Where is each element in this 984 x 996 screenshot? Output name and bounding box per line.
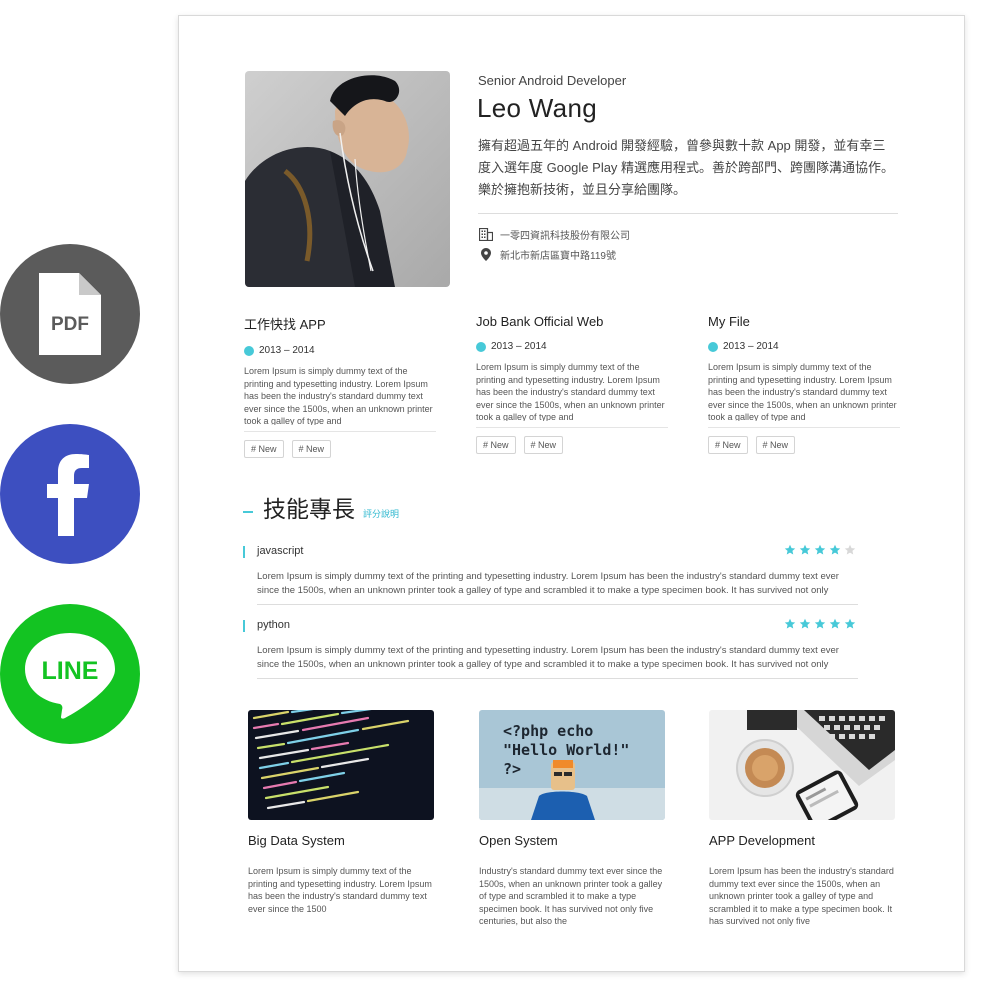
star-filled-icon [814, 544, 826, 555]
star-filled-icon [799, 618, 811, 629]
portfolio-description: Lorem Ipsum has been the industry's stan… [709, 866, 894, 926]
resume-card: Senior Android Developer Leo Wang 擁有超過五年… [178, 15, 965, 972]
profile-photo [245, 71, 450, 287]
project-title: 工作快找 APP [244, 317, 326, 332]
line-icon-label: LINE [42, 657, 99, 685]
star-filled-icon [799, 544, 811, 555]
project-tag[interactable]: # New [244, 440, 284, 458]
project-tag[interactable]: # New [523, 436, 564, 454]
portfolio-description: Industry's standard dummy text ever sinc… [479, 866, 663, 926]
skill-accent-bar [243, 620, 245, 632]
star-empty-icon [844, 544, 856, 555]
project-description: Lorem Ipsum is simply dummy text of the … [708, 362, 897, 421]
project-period-text: 2013 – 2014 [259, 345, 315, 356]
pdf-file-icon: PDF [39, 273, 101, 355]
skill-description: Lorem Ipsum is simply dummy text of the … [257, 645, 839, 670]
address-text: 新北市新店區寶中路119號 [500, 251, 616, 262]
pdf-download-button[interactable]: PDF [0, 244, 140, 384]
star-filled-icon [814, 618, 826, 629]
project-period: 2013 – 2014 [244, 345, 436, 356]
pdf-icon-label: PDF [51, 314, 89, 335]
php-line-1: <?php echo [503, 722, 593, 740]
project-card-2: Job Bank Official Web 2013 – 2014 Lorem … [476, 314, 668, 454]
project-title: Job Bank Official Web [476, 314, 604, 329]
skill-rating [784, 544, 856, 556]
project-tags: # New # New [708, 436, 900, 454]
company-name: 一零四資訊科技股份有限公司 [500, 231, 630, 242]
star-filled-icon [829, 544, 841, 555]
skill-divider [257, 678, 858, 679]
portfolio-image-desk [709, 710, 895, 820]
portfolio-image-code [248, 710, 434, 820]
project-card-3: My File 2013 – 2014 Lorem Ipsum is simpl… [708, 314, 900, 454]
project-tags: # New # New [244, 440, 436, 458]
php-line-2: "Hello World!" [503, 741, 629, 759]
project-period: 2013 – 2014 [708, 341, 900, 352]
project-tag[interactable]: # New [291, 440, 332, 458]
portfolio-title: Big Data System [248, 833, 345, 848]
project-divider [708, 427, 900, 428]
skill-name: javascript [257, 545, 304, 557]
portfolio-card-2[interactable]: <?php echo "Hello World!" ?> Open System… [479, 710, 665, 928]
star-filled-icon [829, 618, 841, 629]
project-period: 2013 – 2014 [476, 341, 668, 352]
skill-divider [257, 604, 858, 605]
skills-title: 技能專長 [263, 496, 355, 522]
profile-bio: 擁有超過五年的 Android 開發經驗，曾參與數十款 App 開發，並有幸三度… [478, 138, 895, 197]
project-title: My File [708, 314, 750, 329]
project-period-text: 2013 – 2014 [491, 341, 547, 352]
php-line-3: ?> [503, 760, 521, 778]
skill-accent-bar [243, 546, 245, 558]
star-filled-icon [784, 618, 796, 629]
project-card-1: 工作快找 APP 2013 – 2014 Lorem Ipsum is simp… [244, 314, 436, 458]
location-pin-icon [478, 248, 494, 261]
project-period-text: 2013 – 2014 [723, 341, 779, 352]
rating-explanation-link[interactable]: 評分說明 [363, 507, 399, 520]
portfolio-card-1[interactable]: Big Data System Lorem Ipsum is simply du… [248, 710, 434, 915]
star-filled-icon [784, 544, 796, 555]
timeline-dot-icon [708, 341, 718, 352]
project-divider [476, 427, 668, 428]
timeline-dot-icon [244, 345, 254, 356]
project-tag[interactable]: # New [708, 436, 748, 454]
timeline-dot-icon [476, 341, 486, 352]
project-divider [244, 431, 436, 432]
skill-name: python [257, 619, 291, 631]
line-icon: LINE [25, 633, 115, 719]
star-filled-icon [844, 618, 856, 629]
profile-divider [478, 213, 898, 214]
heading-accent-dash [243, 511, 253, 513]
line-share-button[interactable]: LINE [0, 604, 140, 744]
profile-name: Leo Wang [477, 93, 597, 123]
project-tags: # New # New [476, 436, 668, 454]
skills-heading: 技能專長 評分說明 [243, 490, 399, 524]
facebook-icon [47, 454, 89, 536]
portfolio-description: Lorem Ipsum is simply dummy text of the … [248, 866, 432, 914]
portfolio-card-3[interactable]: APP Development Lorem Ipsum has been the… [709, 710, 895, 928]
job-title: Senior Android Developer [478, 73, 627, 88]
portfolio-title: APP Development [709, 833, 815, 848]
address-row: 新北市新店區寶中路119號 [478, 247, 616, 262]
portfolio-image-php: <?php echo "Hello World!" ?> [479, 710, 665, 820]
skill-description: Lorem Ipsum is simply dummy text of the … [257, 571, 839, 596]
skill-rating [784, 618, 856, 630]
project-description: Lorem Ipsum is simply dummy text of the … [476, 362, 665, 421]
project-tag[interactable]: # New [476, 436, 516, 454]
project-tag[interactable]: # New [755, 436, 796, 454]
project-description: Lorem Ipsum is simply dummy text of the … [244, 366, 433, 425]
building-icon [478, 228, 494, 241]
portfolio-title: Open System [479, 833, 558, 848]
facebook-share-button[interactable] [0, 424, 140, 564]
company-row: 一零四資訊科技股份有限公司 [478, 227, 630, 242]
